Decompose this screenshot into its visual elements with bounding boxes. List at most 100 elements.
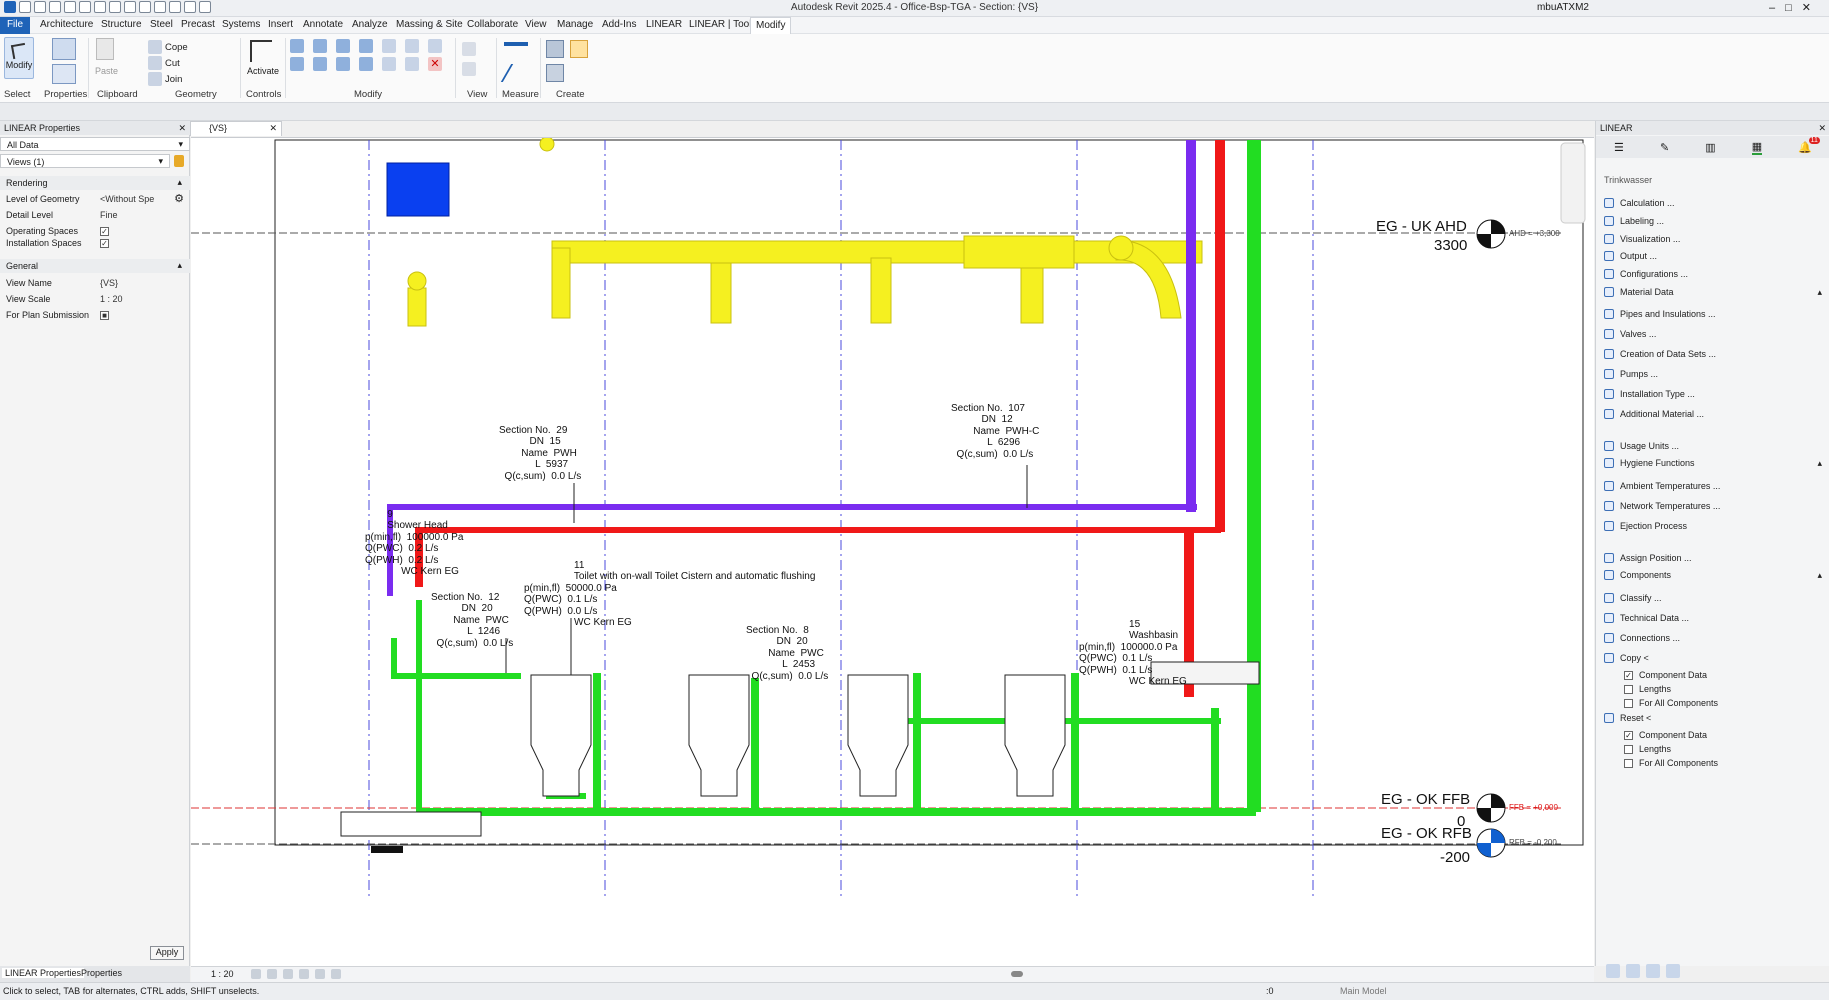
split-icon[interactable] bbox=[382, 39, 396, 53]
create-assembly-icon[interactable] bbox=[546, 40, 564, 58]
view-scale-control[interactable]: 1 : 20 bbox=[211, 969, 234, 979]
crop-view-icon[interactable] bbox=[315, 969, 325, 979]
tab-massing-site[interactable]: Massing & Site bbox=[396, 19, 463, 30]
tag-toilet[interactable]: 11 Toilet with on-wall Toilet Cistern an… bbox=[524, 560, 815, 628]
view-scale-select[interactable]: 1 : 20 bbox=[100, 294, 123, 304]
material-data-header[interactable]: Material Data ▴ bbox=[1604, 287, 1822, 297]
reset-component-data-checkbox[interactable]: ✓ Component Data bbox=[1624, 730, 1707, 740]
mirror-draw-icon[interactable] bbox=[359, 39, 373, 53]
tool-icon[interactable] bbox=[1666, 964, 1680, 978]
tab-linear-tools[interactable]: LINEAR | Tools bbox=[689, 19, 756, 30]
detail-level-select[interactable]: Fine bbox=[100, 210, 118, 220]
tab-systems[interactable]: Systems bbox=[222, 19, 260, 30]
equipment-box[interactable] bbox=[386, 162, 450, 217]
tag-section-12[interactable]: Section No. 12 DN 20 Name PWC L 1246 Q(c… bbox=[431, 592, 513, 649]
modify-button[interactable]: Modify bbox=[4, 37, 34, 79]
ventilation-duct[interactable] bbox=[407, 138, 1203, 327]
level-of-geometry-select[interactable]: <Without Spe bbox=[100, 194, 154, 204]
visual-style-icon[interactable] bbox=[267, 969, 277, 979]
tab-structure[interactable]: Structure bbox=[101, 19, 142, 30]
additional-material-item[interactable]: Additional Material ... bbox=[1604, 409, 1704, 419]
activate-dimensions-icon[interactable] bbox=[250, 40, 272, 62]
view-tools[interactable] bbox=[462, 42, 492, 78]
tag-section-107[interactable]: Section No. 107 DN 12 Name PWH-C L 6296 … bbox=[951, 403, 1039, 460]
modify-tools[interactable]: ✕ bbox=[290, 39, 450, 87]
linear-bottom-tools[interactable] bbox=[1606, 964, 1826, 978]
data-sets-item[interactable]: Creation of Data Sets ... bbox=[1604, 349, 1716, 359]
tag-washbasin[interactable]: 15 Washbasin p(min,fl) 100000.0 Pa Q(PWC… bbox=[1079, 619, 1187, 687]
override-icon[interactable] bbox=[462, 62, 476, 76]
mirror-axis-icon[interactable] bbox=[336, 39, 350, 53]
copy-lengths-checkbox[interactable]: Lengths bbox=[1624, 684, 1671, 694]
navigation-bar[interactable] bbox=[1560, 142, 1586, 224]
technical-data-item[interactable]: Technical Data ... bbox=[1604, 613, 1689, 623]
configurations-item[interactable]: Configurations ... bbox=[1604, 269, 1688, 279]
properties-icon[interactable] bbox=[52, 38, 76, 60]
close-icon[interactable]: ✕ bbox=[1818, 123, 1826, 134]
cope-button[interactable]: Cope bbox=[148, 40, 188, 54]
tag-shower-head[interactable]: 9 Shower Head p(min,fl) 100000.0 Pa Q(PW… bbox=[365, 509, 463, 577]
tool-icon[interactable] bbox=[1626, 964, 1640, 978]
level-uk-ahd-name[interactable]: EG - UK AHD bbox=[1376, 218, 1467, 235]
operating-spaces-checkbox[interactable]: ✓ bbox=[100, 226, 109, 236]
usage-units-item[interactable]: Usage Units ... bbox=[1604, 441, 1679, 451]
tab-view[interactable]: View bbox=[525, 19, 547, 30]
view-tab[interactable]: {VS} ✕ bbox=[190, 121, 282, 136]
tab-add-ins[interactable]: Add-Ins bbox=[602, 19, 636, 30]
level-uk-ahd-value[interactable]: 3300 bbox=[1434, 237, 1467, 254]
pumps-item[interactable]: Pumps ... bbox=[1604, 369, 1658, 379]
user-name[interactable]: mbuATXM2 bbox=[1537, 2, 1589, 13]
type-properties-icon[interactable] bbox=[52, 64, 76, 84]
tab-steel[interactable]: Steel bbox=[150, 19, 173, 30]
riser-pwh[interactable] bbox=[1215, 140, 1225, 532]
notifications-icon[interactable]: 🔔 11 bbox=[1798, 136, 1820, 154]
reset-item[interactable]: Reset < bbox=[1604, 713, 1651, 723]
tool-icon[interactable] bbox=[1606, 964, 1620, 978]
array-icon[interactable] bbox=[382, 57, 396, 71]
installation-spaces-checkbox[interactable]: ✓ bbox=[100, 238, 109, 248]
tag-section-29[interactable]: Section No. 29 DN 15 Name PWH L 5937 Q(c… bbox=[499, 425, 581, 482]
rotate-icon[interactable] bbox=[336, 57, 350, 71]
pipes-insulations-item[interactable]: Pipes and Insulations ... bbox=[1604, 309, 1716, 319]
tab-file[interactable]: File bbox=[0, 17, 30, 34]
cut-button[interactable]: Cut bbox=[148, 56, 180, 70]
align-icon[interactable] bbox=[290, 39, 304, 53]
plan-submission-checkbox[interactable]: ■ bbox=[100, 310, 109, 320]
delete-icon[interactable]: ✕ bbox=[428, 57, 442, 71]
calculation-item[interactable]: Calculation ... bbox=[1604, 198, 1675, 208]
horizontal-scrollbar[interactable] bbox=[1011, 971, 1023, 977]
output-item[interactable]: Output ... bbox=[1604, 251, 1657, 261]
ambient-temperatures-item[interactable]: Ambient Temperatures ... bbox=[1604, 481, 1720, 491]
level-head-markers[interactable] bbox=[1476, 219, 1506, 858]
installation-type-item[interactable]: Installation Type ... bbox=[1604, 389, 1695, 399]
tab-architecture[interactable]: Architecture bbox=[40, 19, 93, 30]
shadows-icon[interactable] bbox=[299, 969, 309, 979]
columns-icon[interactable]: ▥ bbox=[1705, 141, 1715, 154]
tab-annotate[interactable]: Annotate bbox=[303, 19, 343, 30]
pipe-pwh[interactable] bbox=[421, 527, 1221, 533]
view-controls[interactable] bbox=[251, 969, 341, 979]
create-parts-icon[interactable] bbox=[570, 40, 588, 58]
classify-item[interactable]: Classify ... bbox=[1604, 593, 1662, 603]
tab-manage[interactable]: Manage bbox=[557, 19, 593, 30]
edit-icon[interactable]: ✎ bbox=[1660, 141, 1669, 154]
scale-icon[interactable] bbox=[405, 57, 419, 71]
tab-modify[interactable]: Modify bbox=[750, 17, 792, 35]
calculator-icon[interactable]: ▦ bbox=[1751, 140, 1763, 155]
tab-precast[interactable]: Precast bbox=[181, 19, 215, 30]
tab-analyze[interactable]: Analyze bbox=[352, 19, 388, 30]
trim-icon[interactable] bbox=[359, 57, 373, 71]
toilet-fixtures[interactable] bbox=[530, 674, 1066, 797]
tab-collaborate[interactable]: Collaborate bbox=[467, 19, 518, 30]
show-crop-icon[interactable] bbox=[331, 969, 341, 979]
window-controls[interactable]: –□✕ bbox=[1769, 1, 1821, 14]
select-group-label[interactable]: Select bbox=[4, 89, 30, 100]
close-icon[interactable]: ✕ bbox=[178, 123, 186, 134]
join-button[interactable]: Join bbox=[148, 72, 182, 86]
hygiene-functions-header[interactable]: Hygiene Functions ▴ bbox=[1604, 458, 1822, 468]
activate-label[interactable]: Activate bbox=[247, 66, 279, 76]
measure-along-icon[interactable] bbox=[500, 64, 532, 82]
lock-icon[interactable] bbox=[174, 155, 184, 167]
tool-icon[interactable] bbox=[1646, 964, 1660, 978]
level-ok-ffb-name[interactable]: EG - OK FFB bbox=[1381, 791, 1470, 808]
